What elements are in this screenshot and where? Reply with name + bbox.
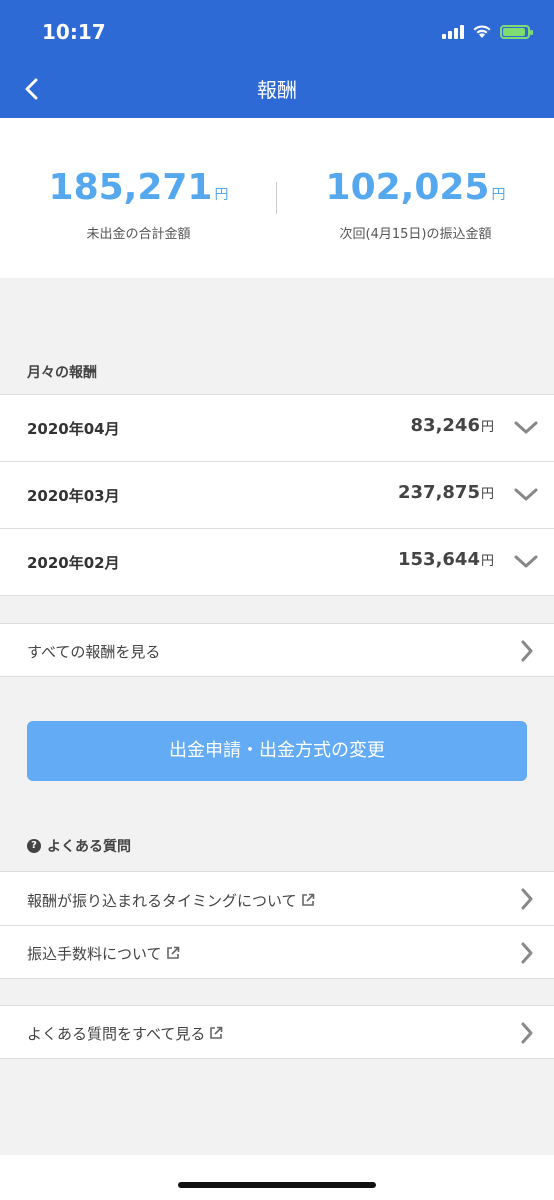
month-label: 2020年04月: [27, 420, 120, 438]
month-unit: 円: [480, 487, 494, 502]
chevron-down-icon[interactable]: [512, 420, 540, 436]
external-link-icon: [301, 893, 314, 906]
status-icons: [442, 24, 533, 39]
faq-item-label: 報酬が振り込まれるタイミングについて: [27, 892, 297, 910]
see-all-faq-label: よくある質問をすべて見る: [27, 1025, 206, 1043]
chevron-right-icon: [521, 1022, 533, 1044]
month-label: 2020年02月: [27, 554, 120, 572]
month-row[interactable]: 2020年04月 83,246円: [0, 394, 554, 462]
next-amount: 102,025: [325, 167, 490, 208]
see-all-rewards-label: すべての報酬を見る: [27, 643, 161, 661]
app-header: 10:17 報酬: [0, 0, 554, 118]
home-indicator[interactable]: [178, 1182, 376, 1188]
question-circle-icon: ?: [27, 839, 41, 853]
next-label: 次回(4月15日)の振込金額: [339, 227, 492, 242]
next-transfer-summary: 102,025 円 次回(4月15日)の振込金額: [277, 118, 554, 278]
month-row[interactable]: 2020年02月 153,644円: [0, 528, 554, 596]
withdraw-settings-button[interactable]: 出金申請・出金方式の変更: [27, 721, 527, 781]
month-label: 2020年03月: [27, 487, 120, 505]
bottom-area: [0, 1155, 554, 1200]
signal-icon: [442, 24, 464, 39]
month-row[interactable]: 2020年03月 237,875円: [0, 461, 554, 529]
chevron-down-icon[interactable]: [512, 487, 540, 503]
next-unit: 円: [491, 187, 506, 203]
unpaid-amount: 185,271: [48, 167, 213, 208]
faq-item[interactable]: 報酬が振り込まれるタイミングについて: [0, 871, 554, 926]
external-link-icon: [210, 1026, 223, 1039]
chevron-right-icon: [521, 640, 533, 662]
see-all-rewards-link[interactable]: すべての報酬を見る: [0, 623, 554, 677]
month-amount: 237,875: [398, 482, 480, 503]
faq-item[interactable]: 振込手数料について: [0, 925, 554, 979]
month-unit: 円: [480, 554, 494, 569]
external-link-icon: [166, 946, 179, 959]
faq-section-title: ? よくある質問: [27, 836, 131, 856]
faq-item-label: 振込手数料について: [27, 945, 162, 963]
unpaid-summary: 185,271 円 未出金の合計金額: [0, 118, 277, 278]
month-unit: 円: [480, 420, 494, 435]
month-amount: 153,644: [398, 549, 480, 570]
chevron-right-icon: [521, 888, 533, 910]
page-title: 報酬: [257, 78, 297, 102]
faq-title: よくある質問: [47, 839, 131, 855]
wifi-icon: [473, 25, 491, 38]
chevron-right-icon: [521, 942, 533, 964]
monthly-section-title: 月々の報酬: [27, 365, 97, 381]
unpaid-unit: 円: [214, 187, 229, 203]
unpaid-label: 未出金の合計金額: [86, 227, 191, 242]
reward-summary: 185,271 円 未出金の合計金額 102,025 円 次回(4月15日)の振込金…: [0, 118, 554, 278]
see-all-faq-link[interactable]: よくある質問をすべて見る: [0, 1005, 554, 1059]
chevron-down-icon[interactable]: [512, 554, 540, 570]
battery-icon: [500, 24, 533, 39]
status-time: 10:17: [42, 20, 106, 44]
month-amount: 83,246: [410, 415, 480, 436]
